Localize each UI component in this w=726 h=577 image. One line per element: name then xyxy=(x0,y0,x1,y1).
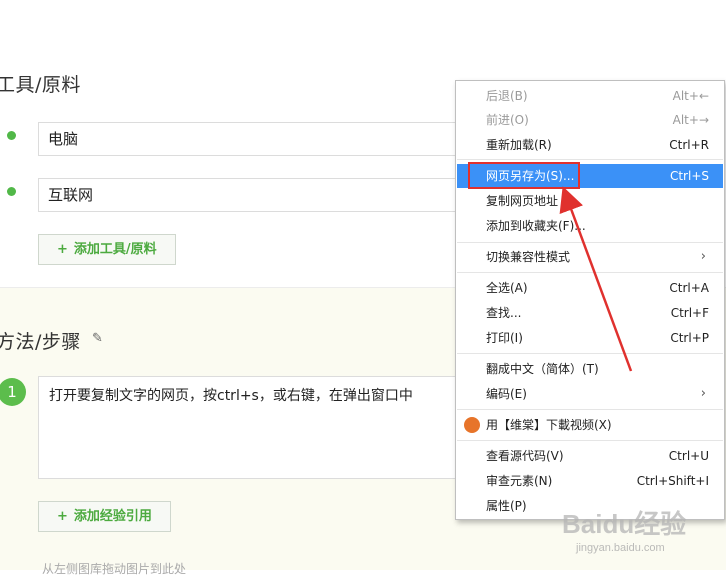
watermark-url: jingyan.baidu.com xyxy=(576,542,665,554)
baidu-watermark: Baidu经验 jingyan.baidu.com xyxy=(556,500,726,570)
annotation-arrow xyxy=(559,186,633,372)
watermark-logo: Baidu经验 xyxy=(562,509,687,539)
annotation-arrow-layer xyxy=(559,186,633,372)
